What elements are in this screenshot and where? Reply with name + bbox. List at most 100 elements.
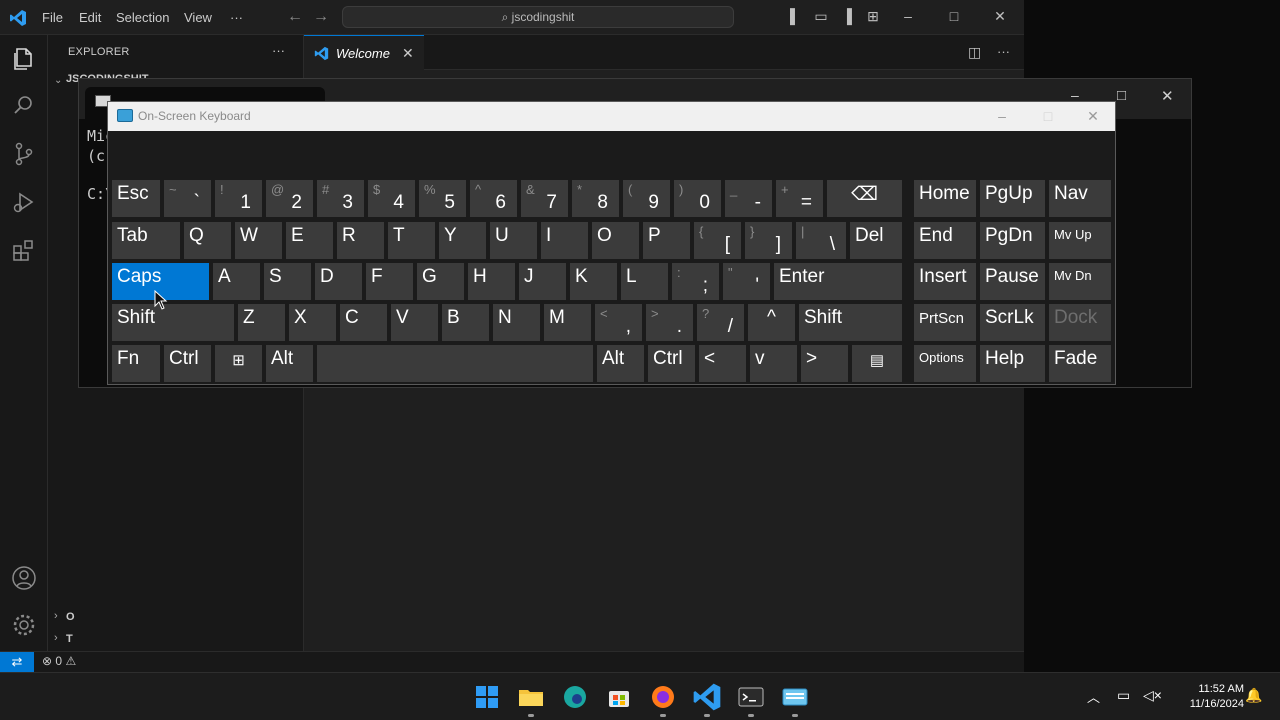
- key-4[interactable]: $4: [368, 180, 415, 217]
- menu-more[interactable]: ···: [230, 10, 243, 25]
- explorer-more-actions-icon[interactable]: ···: [272, 43, 285, 58]
- close-icon[interactable]: ✕: [992, 8, 1008, 24]
- volume-muted-icon[interactable]: ◁×: [1143, 687, 1162, 704]
- key-s[interactable]: S: [264, 263, 311, 300]
- edge-browser-icon[interactable]: [560, 682, 590, 712]
- menu-selection[interactable]: Selection: [116, 10, 169, 25]
- key-options[interactable]: Options: [914, 345, 976, 382]
- back-arrow-icon[interactable]: ←: [287, 8, 303, 26]
- key-r[interactable]: R: [337, 222, 384, 259]
- key-prtscn[interactable]: PrtScn: [914, 304, 976, 341]
- backspace-key[interactable]: ⌫: [827, 180, 902, 217]
- key-j[interactable]: J: [519, 263, 566, 300]
- firefox-icon[interactable]: [648, 682, 678, 712]
- key-y[interactable]: Y: [439, 222, 486, 259]
- key-o[interactable]: O: [592, 222, 639, 259]
- outline-section[interactable]: O: [66, 611, 75, 623]
- key-b[interactable]: B: [442, 304, 489, 341]
- key-symbol[interactable]: _ -: [725, 180, 772, 217]
- key-enter[interactable]: Enter: [774, 263, 902, 300]
- key-v[interactable]: V: [391, 304, 438, 341]
- key-1[interactable]: ! 1: [215, 180, 262, 217]
- network-icon[interactable]: ▭: [1117, 687, 1130, 704]
- key-l[interactable]: L: [621, 263, 668, 300]
- terminal-taskbar-icon[interactable]: [736, 682, 766, 712]
- key-symbol[interactable]: <,: [595, 304, 642, 341]
- chevron-right-icon[interactable]: ›: [54, 632, 58, 644]
- key-h[interactable]: H: [468, 263, 515, 300]
- key-esc[interactable]: Esc: [112, 180, 160, 217]
- key-i[interactable]: I: [541, 222, 588, 259]
- key-mv-dn[interactable]: Mv Dn: [1049, 263, 1111, 300]
- key-n[interactable]: N: [493, 304, 540, 341]
- chevron-down-icon[interactable]: ⌄: [54, 75, 62, 86]
- key-ctrl[interactable]: Ctrl: [164, 345, 211, 382]
- chevron-right-icon[interactable]: ›: [54, 610, 58, 622]
- start-button-icon[interactable]: [472, 682, 502, 712]
- key-0[interactable]: ) 0: [674, 180, 721, 217]
- minimize-icon[interactable]: –: [900, 8, 916, 24]
- key-8[interactable]: * 8: [572, 180, 619, 217]
- key-5[interactable]: % 5: [419, 180, 466, 217]
- key-arrow-right[interactable]: >: [801, 345, 848, 382]
- key-alt[interactable]: Alt: [266, 345, 313, 382]
- key-fn[interactable]: Fn: [112, 345, 160, 382]
- microsoft-store-icon[interactable]: [604, 682, 634, 712]
- key-arrow-down[interactable]: v: [750, 345, 797, 382]
- terminal-close-icon[interactable]: ✕: [1161, 87, 1174, 105]
- settings-gear-icon[interactable]: [10, 611, 38, 639]
- tab-welcome[interactable]: Welcome ✕: [304, 35, 424, 70]
- menu-view[interactable]: View: [184, 10, 212, 25]
- toggle-secondary-sidebar-icon[interactable]: ▐: [839, 8, 855, 24]
- notification-bell-icon[interactable]: 🔔: [1245, 687, 1262, 704]
- key-symbol[interactable]: ~ `: [164, 180, 211, 217]
- key-fade[interactable]: Fade: [1049, 345, 1111, 382]
- account-icon[interactable]: [10, 564, 38, 592]
- toggle-primary-sidebar-icon[interactable]: ▌: [787, 8, 803, 24]
- key-symbol[interactable]: ? /: [697, 304, 744, 341]
- timeline-section[interactable]: T: [66, 633, 73, 645]
- osk-close-icon[interactable]: ✕: [1083, 106, 1103, 126]
- key-a[interactable]: A: [213, 263, 260, 300]
- extensions-icon[interactable]: [10, 236, 38, 264]
- remote-indicator-icon[interactable]: ⇄: [0, 652, 34, 673]
- key-symbol[interactable]: :;: [672, 263, 719, 300]
- key-symbol[interactable]: }]: [745, 222, 792, 259]
- key-end[interactable]: End: [914, 222, 976, 259]
- file-explorer-icon[interactable]: [516, 682, 546, 712]
- key-x[interactable]: X: [289, 304, 336, 341]
- forward-arrow-icon[interactable]: →: [313, 8, 329, 26]
- key-shift-right[interactable]: Shift: [799, 304, 902, 341]
- close-tab-icon[interactable]: ✕: [402, 45, 414, 62]
- search-icon[interactable]: [10, 92, 38, 120]
- key-home[interactable]: Home: [914, 180, 976, 217]
- key-help[interactable]: Help: [980, 345, 1045, 382]
- key-m[interactable]: M: [544, 304, 591, 341]
- key-tab[interactable]: Tab: [112, 222, 180, 259]
- problems-indicator[interactable]: ⊗ 0 ⚠: [42, 654, 76, 668]
- key-e[interactable]: E: [286, 222, 333, 259]
- key-z[interactable]: Z: [238, 304, 285, 341]
- maximize-icon[interactable]: □: [946, 8, 962, 24]
- key-pause[interactable]: Pause: [980, 263, 1045, 300]
- key-arrow-left[interactable]: <: [699, 345, 746, 382]
- key-ctrl-right[interactable]: Ctrl: [648, 345, 695, 382]
- key-windows[interactable]: ⊞: [215, 345, 262, 382]
- key-shift[interactable]: Shift: [112, 304, 234, 341]
- key-nav[interactable]: Nav: [1049, 180, 1111, 217]
- command-center-search[interactable]: ⌕ jscodingshit: [342, 6, 734, 28]
- key-pgup[interactable]: PgUp: [980, 180, 1045, 217]
- key-symbol[interactable]: | \: [796, 222, 846, 259]
- toggle-panel-icon[interactable]: ▭: [813, 8, 829, 24]
- osk-taskbar-icon[interactable]: [780, 682, 810, 712]
- key-arrow-up[interactable]: ^: [748, 304, 795, 341]
- editor-more-actions-icon[interactable]: ···: [997, 44, 1010, 59]
- menu-file[interactable]: File: [42, 10, 63, 25]
- key-u[interactable]: U: [490, 222, 537, 259]
- key-g[interactable]: G: [417, 263, 464, 300]
- terminal-maximize-icon[interactable]: □: [1117, 87, 1126, 104]
- key-space[interactable]: [317, 345, 593, 382]
- key-mv-up[interactable]: Mv Up: [1049, 222, 1111, 259]
- key-k[interactable]: K: [570, 263, 617, 300]
- key-f[interactable]: F: [366, 263, 413, 300]
